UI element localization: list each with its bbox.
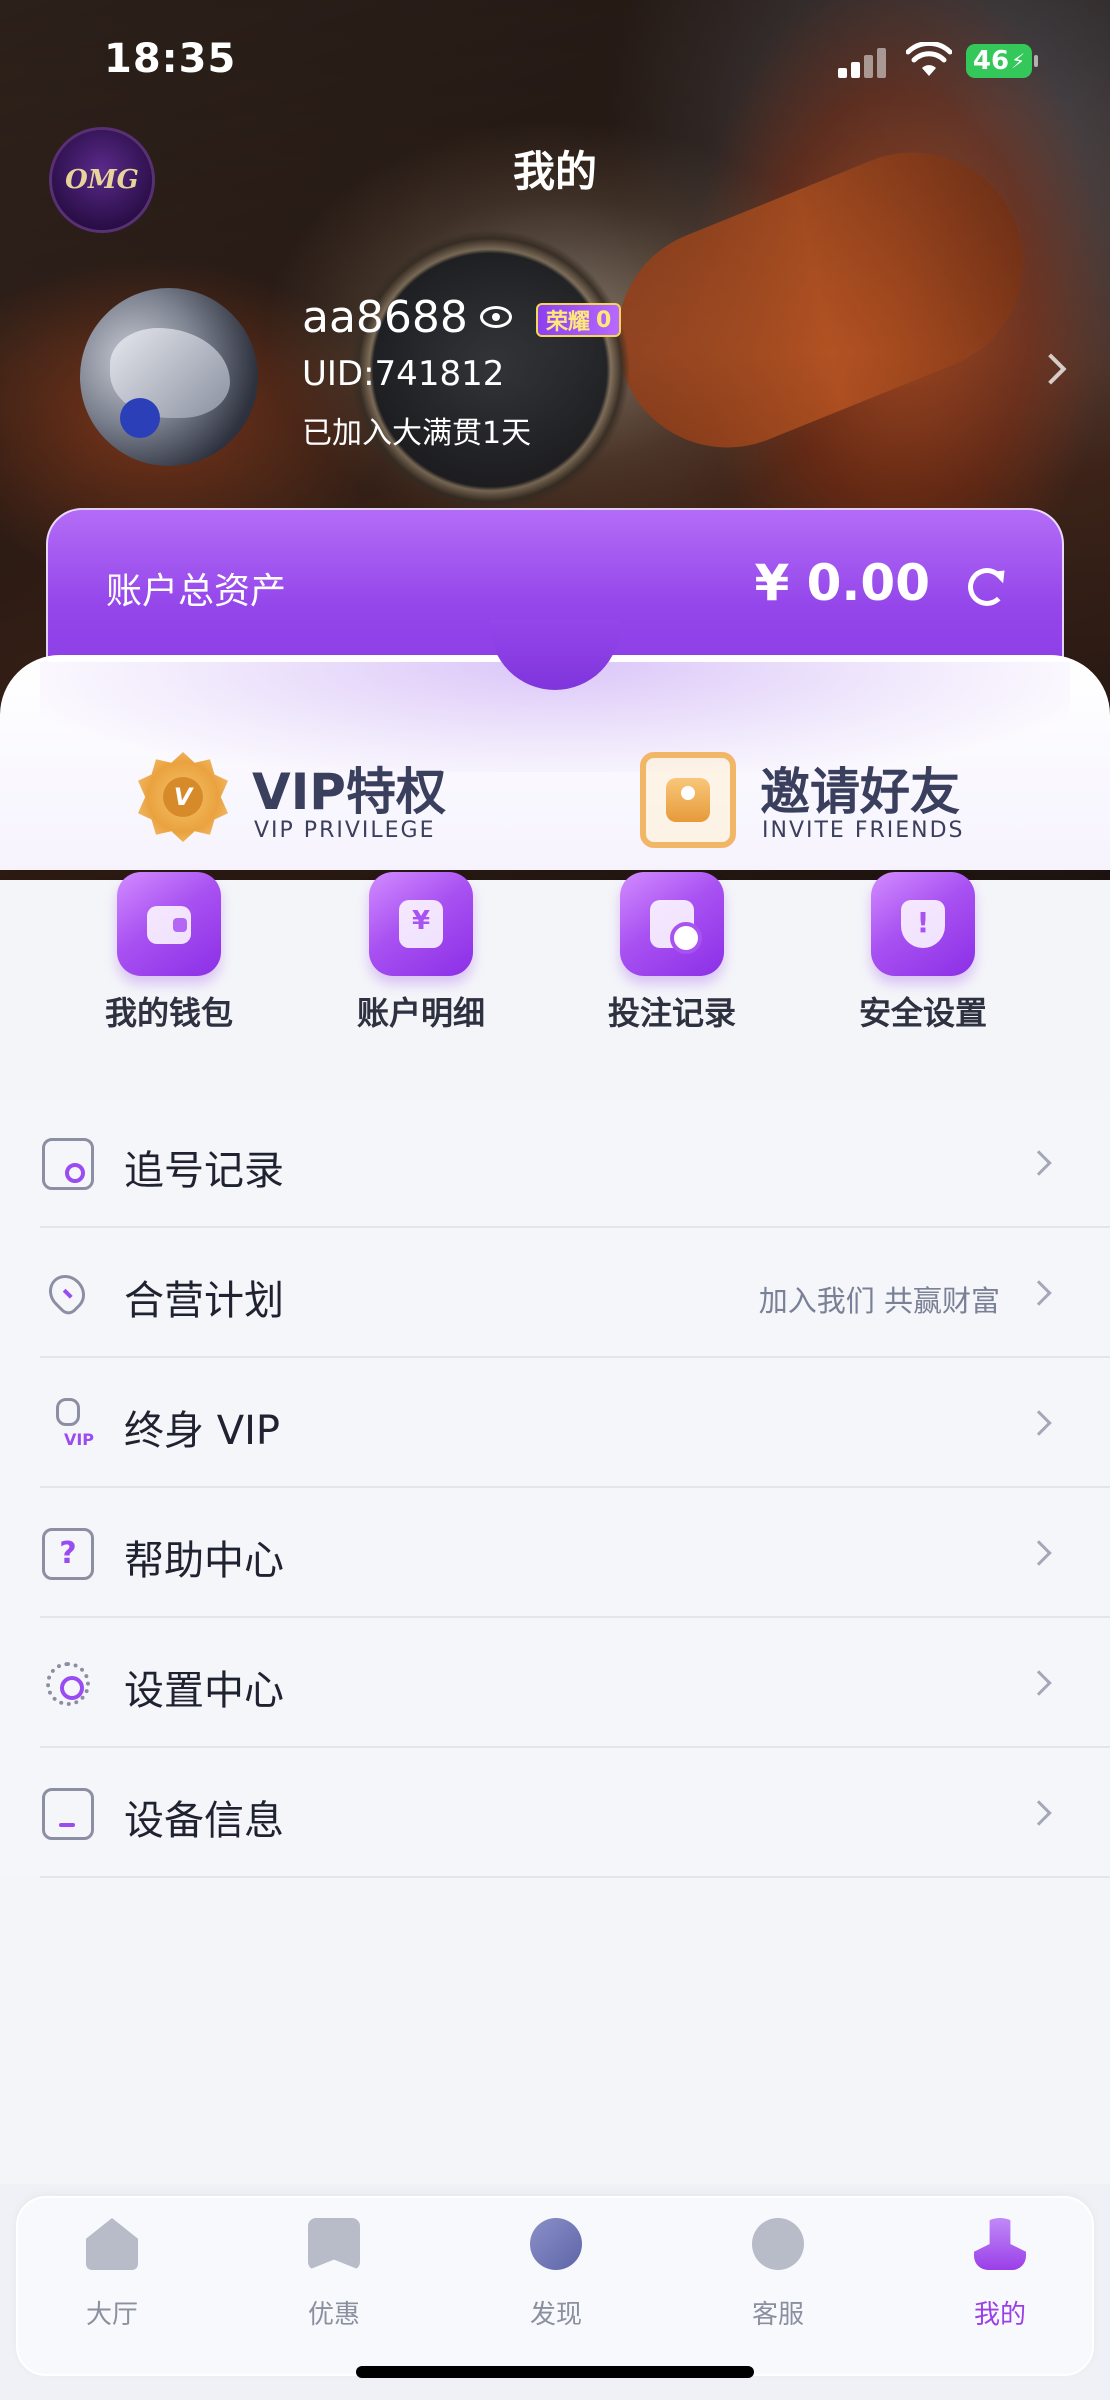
security-settings-button[interactable]: 安全设置 <box>838 870 1008 1032</box>
tab-my[interactable]: 我的 <box>920 2210 1080 2340</box>
status-time: 18:35 <box>104 36 237 82</box>
quick-actions-row: 我的钱包 账户明细 投注记录 安全设置 <box>0 870 1110 1032</box>
handshake-heart-icon <box>41 1267 94 1320</box>
invite-friends-subtitle: INVITE FRIENDS <box>762 818 965 843</box>
vip-privilege-subtitle: VIP PRIVILEGE <box>254 818 436 843</box>
bet-record-icon <box>620 872 724 976</box>
page-title: 我的 <box>512 147 597 196</box>
settings-menu-list: 追号记录 合营计划 加入我们 共赢财富 VIP 终身 VIP ? 帮助中心 设置… <box>0 1098 1110 1878</box>
star-bookmark-icon <box>308 2218 360 2270</box>
chevron-right-icon <box>1026 1410 1052 1436</box>
wallet-icon <box>117 872 221 976</box>
chevron-right-icon <box>1026 1280 1052 1306</box>
badge-label: 荣耀 <box>546 310 591 335</box>
my-wallet-label: 我的钱包 <box>104 994 233 1032</box>
help-icon: ? <box>42 1528 94 1580</box>
security-settings-label: 安全设置 <box>858 994 987 1032</box>
menu-item-chase-records[interactable]: 追号记录 <box>0 1098 1110 1228</box>
battery-indicator: 46 ⚡ <box>966 44 1038 78</box>
tab-label: 我的 <box>973 2300 1026 2330</box>
bottom-tab-bar: 大厅 优惠 发现 客服 我的 <box>16 2196 1094 2376</box>
chevron-right-icon <box>1026 1540 1052 1566</box>
chevron-right-icon <box>1026 1150 1052 1176</box>
menu-item-label: 帮助中心 <box>124 1538 284 1584</box>
menu-item-settings-center[interactable]: 设置中心 <box>0 1618 1110 1748</box>
home-icon <box>86 2218 138 2270</box>
account-details-label: 账户明细 <box>356 994 485 1032</box>
menu-item-label: 追号记录 <box>124 1148 284 1194</box>
account-details-button[interactable]: 账户明细 <box>336 870 506 1032</box>
menu-item-label: 合营计划 <box>124 1278 284 1324</box>
username: aa8688 <box>302 292 468 343</box>
user-id: UID:741812 <box>302 354 505 394</box>
vip-user-icon: VIP <box>42 1398 94 1450</box>
charging-bolt-icon: ⚡ <box>1011 49 1026 73</box>
menu-item-label: 终身 VIP <box>124 1408 280 1454</box>
total-assets-value: ¥ 0.00 <box>754 554 930 612</box>
tab-label: 客服 <box>751 2300 804 2330</box>
tab-promotions[interactable]: 优惠 <box>254 2210 414 2340</box>
badge-level: 0 <box>596 307 612 333</box>
tab-label: 优惠 <box>307 2300 360 2330</box>
menu-item-partner-plan[interactable]: 合营计划 加入我们 共赢财富 <box>0 1228 1110 1358</box>
device-icon <box>42 1788 94 1840</box>
invite-friends-icon <box>640 752 736 848</box>
invite-friends-title: 邀请好友 <box>760 763 960 821</box>
bet-records-button[interactable]: 投注记录 <box>587 870 757 1032</box>
vip-privilege-button[interactable]: VIP特权 VIP PRIVILEGE <box>252 748 572 848</box>
invite-friends-button[interactable]: 邀请好友 INVITE FRIENDS <box>760 748 1060 848</box>
eye-icon[interactable] <box>480 306 512 328</box>
home-indicator <box>356 2366 754 2378</box>
joined-duration: 已加入大满贯1天 <box>302 416 532 451</box>
tab-label: 发现 <box>529 2300 582 2330</box>
gear-icon <box>42 1658 94 1710</box>
honor-level-badge: 荣耀 0 <box>536 303 622 337</box>
battery-level: 46 <box>972 46 1010 76</box>
bet-records-label: 投注记录 <box>607 994 736 1032</box>
search-record-icon <box>42 1138 94 1190</box>
tab-lobby[interactable]: 大厅 <box>32 2210 192 2340</box>
menu-item-device-info[interactable]: 设备信息 <box>0 1748 1110 1878</box>
user-icon <box>974 2218 1026 2270</box>
tab-discover[interactable]: 发现 <box>476 2210 636 2340</box>
chevron-right-icon <box>1026 1800 1052 1826</box>
wifi-icon <box>906 42 952 76</box>
tab-customer-service[interactable]: 客服 <box>698 2210 858 2340</box>
status-bar: 18:35 46 ⚡ <box>0 0 1110 120</box>
compass-icon <box>530 2218 582 2270</box>
support-face-icon <box>752 2218 804 2270</box>
refresh-icon[interactable] <box>968 568 1006 606</box>
tab-label: 大厅 <box>85 2300 138 2330</box>
avatar-wheel-image <box>120 398 160 438</box>
shield-icon <box>871 872 975 976</box>
divider <box>40 1876 1110 1878</box>
cellular-signal-icon <box>838 48 890 78</box>
menu-item-label: 设备信息 <box>124 1798 284 1844</box>
total-assets-label: 账户总资产 <box>106 571 287 612</box>
vip-privilege-title: VIP特权 <box>252 763 446 821</box>
my-wallet-button[interactable]: 我的钱包 <box>84 870 254 1032</box>
chevron-right-icon <box>1026 1670 1052 1696</box>
menu-item-label: 设置中心 <box>124 1668 284 1714</box>
menu-item-lifetime-vip[interactable]: VIP 终身 VIP <box>0 1358 1110 1488</box>
avatar[interactable] <box>80 288 258 466</box>
menu-item-help-center[interactable]: ? 帮助中心 <box>0 1488 1110 1618</box>
ledger-icon <box>369 872 473 976</box>
menu-item-note: 加入我们 共赢财富 <box>758 1284 1000 1318</box>
